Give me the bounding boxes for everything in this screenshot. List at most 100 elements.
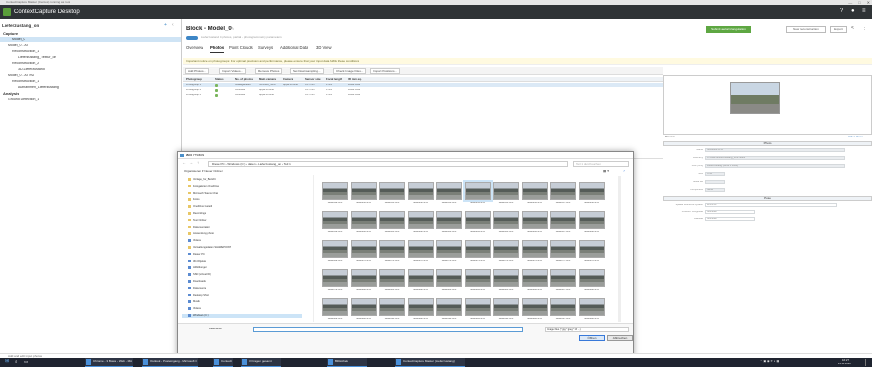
taskbar-app-button[interactable]: Bibliothek [327,358,367,367]
prop-value[interactable]: None [705,188,725,192]
back-icon[interactable]: ← [182,161,186,165]
cancel-button[interactable]: Abbrechen [607,335,633,341]
nav-item[interactable]: Musik [188,300,200,304]
nav-item[interactable]: Microsoft Teams Chat [188,191,218,196]
nav-item[interactable]: Downloads [188,280,206,284]
photo-thumbnail[interactable]: IMG2052.JPG [407,182,436,204]
srs-select[interactable]: WGS 84 [705,203,837,207]
nav-item[interactable]: Anwendung photo [188,232,214,236]
remove-photos-button[interactable]: Remove Photos [255,68,283,74]
column-header[interactable]: Main camera [259,78,276,81]
sidebar-item-model-0[interactable]: Model_0 [0,37,181,42]
photo-thumbnail[interactable]: IMG2074.JPG [464,240,493,262]
photo-thumbnail[interactable]: IMG2096.JPG [521,298,550,320]
sidebar-item-production-photos[interactable]: Aufnahmen_Lieferzustang [18,86,59,90]
photo-thumbnail[interactable]: IMG2069.JPG [322,240,350,262]
photo-thumbnail[interactable]: IMG2095.JPG [493,298,521,320]
photo-thumbnail[interactable]: IMG2084.JPG [464,269,493,291]
submit-aerotriangulation-button[interactable]: Submit aerial triangulation [706,26,751,33]
open-button[interactable]: Öffnen [579,335,605,341]
photo-thumbnail[interactable]: IMG2078.JPG [578,240,607,262]
nav-item[interactable]: OneDrive Geteilt [188,205,212,209]
column-header[interactable]: Sensor size [305,78,321,81]
nav-item[interactable]: Videos [188,239,201,243]
photo-thumbnail[interactable]: IMG2049.JPG [322,182,350,204]
nav-item[interactable]: Test Ordner [188,218,207,223]
photo-thumbnail[interactable]: IMG2053.JPG [436,182,464,204]
share-icon[interactable]: < [851,26,854,31]
photo-thumbnail[interactable]: IMG2050.JPG [350,182,379,204]
photo-thumbnail[interactable]: IMG2083.JPG [436,269,464,291]
photo-thumbnail[interactable]: IMG2079.JPG [322,269,350,291]
folder-search-input[interactable]: Teil 1 durchsuchen [573,161,629,167]
notifications-icon[interactable] [865,359,870,366]
help-icon[interactable]: ? [623,170,625,174]
taskbar-app-button[interactable]: 3 Fragen gesamt [241,358,281,367]
prop-value[interactable]: Lieferzustang (4032 x 3024) [705,164,845,168]
photo-thumbnail[interactable]: IMG2094.JPG [464,298,493,320]
prop-value[interactable]: IMG2089.JPG [705,148,845,152]
view-options-icon[interactable]: ▦ ▾ [603,170,609,174]
set-downsampling-button[interactable]: Set Downsampling... [290,68,324,74]
photo-thumbnail[interactable]: IMG2089.JPG [322,298,350,320]
photo-thumbnail[interactable]: IMG2085.JPG [493,269,521,291]
nav-item[interactable]: Videos [188,307,201,311]
tab-3d-view[interactable]: 3D View [316,46,332,50]
photo-thumbnail[interactable]: IMG2051.JPG [379,182,407,204]
sidebar-item-capture[interactable]: Capture [3,32,18,36]
column-header[interactable]: No. of photos [235,78,253,81]
latitude-input[interactable]: unknown [705,217,755,221]
photo-thumbnail[interactable]: IMG2065.JPG [493,211,521,233]
export-button[interactable]: Export [830,26,847,33]
sidebar-item-reconstruction-1[interactable]: Reconstruction_1 [12,50,39,54]
sidebar-item-reconstruction-1b[interactable]: Reconstruction_1 [12,80,39,84]
clock-date[interactable]: 24.11.2022 [838,363,851,366]
check-image-files-button[interactable]: Check Image Files... [333,68,367,74]
nav-item[interactable]: Fotos [188,198,200,202]
project-name[interactable]: Lieferzustang_on [2,24,39,29]
sidebar-item-production-3d[interactable]: 3D-Lieferzustand [18,68,45,72]
taskbar-app-button[interactable]: ContextCapture Master (Lieferzustang) [395,358,465,367]
photo-thumbnail[interactable]: IMG2072.JPG [407,240,436,262]
help-icon[interactable]: ? [840,8,843,14]
photo-thumbnail[interactable]: IMG2076.JPG [521,240,550,262]
photo-thumbnail[interactable]: IMG2091.JPG [379,298,407,320]
add-icon[interactable]: + [164,23,167,28]
nav-item[interactable]: Dokumentation [188,225,210,230]
import-videos-button[interactable]: Import Videos... [219,68,246,74]
nav-item[interactable]: Dokumente [188,286,206,291]
close-icon[interactable]: ✕ [186,154,630,158]
sidebar-item-production-texture[interactable]: Lieferzustang_Textur_on [18,56,56,60]
column-header[interactable]: Photogroup [186,78,202,81]
nav-item[interactable]: Abbildungen [188,266,207,270]
filetype-select[interactable]: Image files (*.jpg *.jpeg *.tif ...) [545,327,629,332]
photo-thumbnail[interactable]: IMG2061.JPG [379,211,407,233]
photo-thumbnail[interactable]: IMG2087.JPG [550,269,578,291]
photo-thumbnail[interactable]: IMG2057.JPG [550,182,578,204]
nav-item[interactable]: Vorlage_for_Bericht [188,178,216,182]
filename-input[interactable] [253,327,523,332]
nav-item[interactable]: Windows (C:) [182,314,302,318]
sidebar-item-analysis[interactable]: Analysis [3,92,19,96]
up-icon[interactable]: ↑ [197,161,199,165]
photo-thumbnail[interactable]: IMG2060.JPG [350,211,379,233]
nav-item[interactable]: SSD (virtuell D) [188,273,211,277]
tab-overview[interactable]: Overview [186,46,203,50]
photo-preview-image[interactable] [730,82,780,114]
nav-item[interactable]: Verwaltungsdaten SHAREPOINT [188,246,231,250]
photo-thumbnail[interactable]: IMG2098.JPG [578,298,607,320]
grid-scrollbar[interactable] [618,176,621,322]
photo-thumbnail[interactable]: IMG2097.JPG [550,298,578,320]
taskbar-app-button[interactable]: Chrome - 3 Bows - Web - Microsoft Edge [85,358,133,367]
prop-value[interactable]: C:\Users\Lieferzustang_on\Photos [705,156,845,160]
tab-additional-data[interactable]: Additional Data [280,46,308,50]
photo-thumbnail[interactable]: IMG2062.JPG [407,211,436,233]
tab-point-clouds[interactable]: Point Clouds [229,46,253,50]
photo-thumbnail[interactable]: IMG2088.JPG [578,269,607,291]
chevron-left-icon[interactable]: ‹ [172,23,174,28]
taskbar-app-button[interactable]: ContextCapture Master - Lieferzustang_on [213,358,233,367]
photo-thumbnail[interactable]: IMG2068.JPG [578,211,607,233]
photo-thumbnail[interactable]: IMG2066.JPG [521,211,550,233]
nav-item[interactable]: Dieser PC [188,252,205,257]
photo-thumbnail[interactable]: IMG2064.JPG [464,211,493,233]
